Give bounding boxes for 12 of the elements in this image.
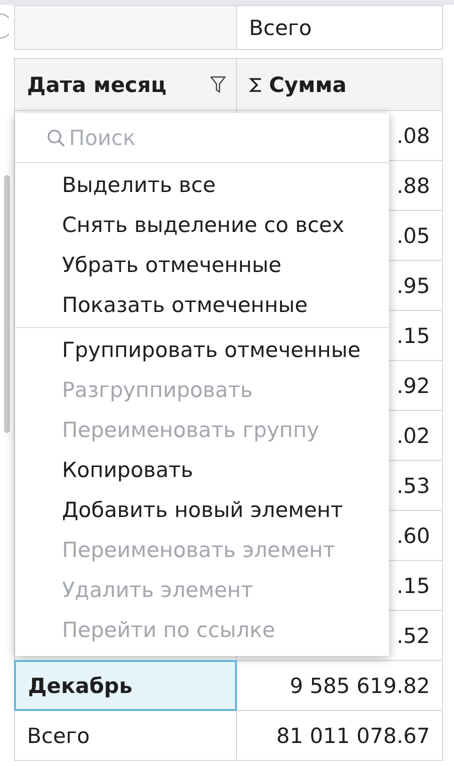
column-header[interactable]: Сумма	[236, 58, 443, 111]
search-icon	[47, 128, 65, 146]
table-cell[interactable]: Декабрь	[14, 660, 237, 711]
header-label: Дата месяц	[27, 72, 168, 96]
column-header[interactable]: Дата месяц	[14, 58, 237, 111]
table-cell: 81 011 078.67	[236, 710, 443, 761]
header-label: Сумма	[269, 72, 348, 96]
circle-edge-icon	[0, 13, 9, 39]
table-cell: Всего	[236, 5, 443, 50]
scrollbar[interactable]	[4, 175, 10, 433]
filter-icon[interactable]	[210, 76, 226, 94]
table-cell[interactable]: Всего	[14, 710, 237, 761]
